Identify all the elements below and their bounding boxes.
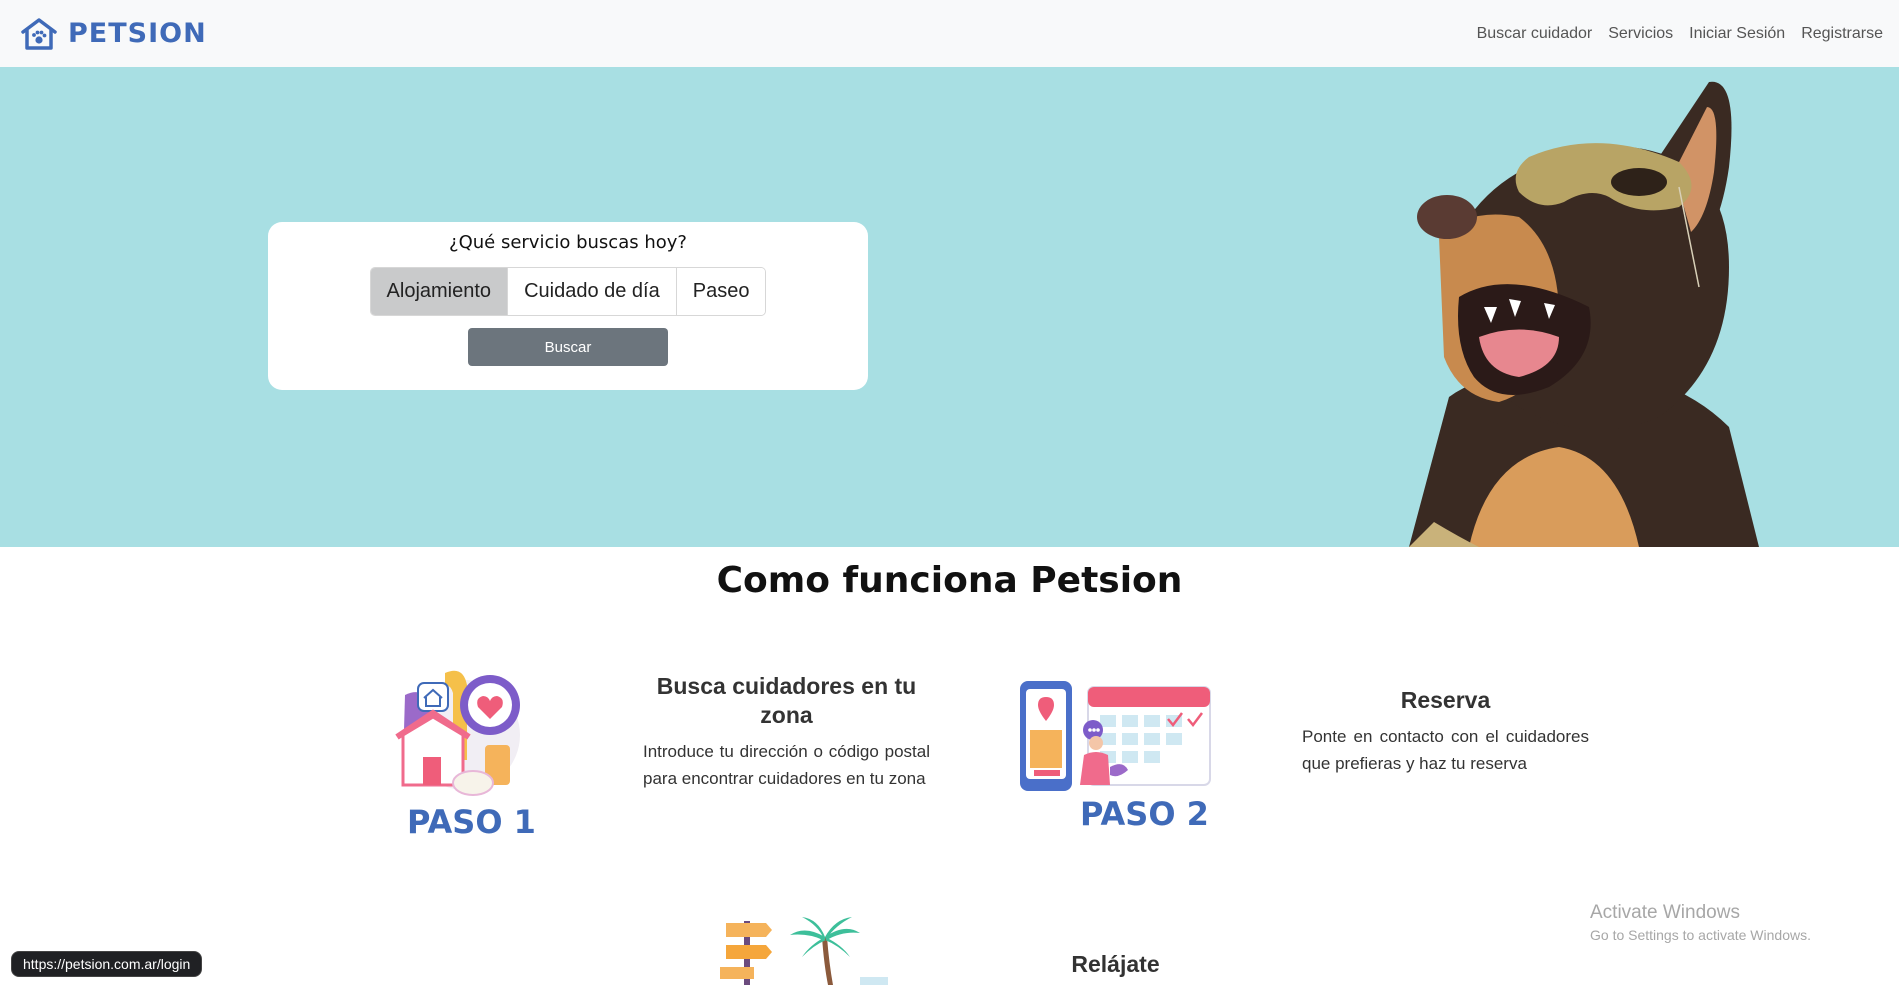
step-2-text: Reserva Ponte en contacto con el cuidado… <box>1302 686 1589 777</box>
step-3-text: Relájate <box>972 950 1259 987</box>
step-1-text: Busca cuidadores en tu zona Introduce tu… <box>643 672 930 792</box>
search-button[interactable]: Buscar <box>468 328 668 366</box>
windows-activation-watermark: Activate Windows Go to Settings to activ… <box>1590 902 1811 943</box>
step-3-illustration <box>720 917 888 985</box>
status-bar-url: https://petsion.com.ar/login <box>11 951 203 977</box>
nav-link-iniciar-sesion[interactable]: Iniciar Sesión <box>1689 21 1785 47</box>
service-option-cuidado-de-dia[interactable]: Cuidado de día <box>508 268 677 315</box>
watermark-subtitle: Go to Settings to activate Windows. <box>1590 927 1811 943</box>
nav-link-servicios[interactable]: Servicios <box>1608 21 1673 47</box>
nav-links: Buscar cuidador Servicios Iniciar Sesión… <box>1477 21 1883 47</box>
step-2-illustration: PASO 2 <box>1020 681 1211 833</box>
step-1-badge: PASO 1 <box>407 803 535 840</box>
service-option-alojamiento[interactable]: Alojamiento <box>370 268 509 315</box>
step-1-heading: Busca cuidadores en tu zona <box>656 673 917 728</box>
nav-link-registrarse[interactable]: Registrarse <box>1801 21 1883 47</box>
watermark-title: Activate Windows <box>1590 902 1740 923</box>
brand-name: PETSION <box>68 18 207 49</box>
navbar: PETSION Buscar cuidador Servicios Inicia… <box>0 0 1899 67</box>
step-2-description: Ponte en contacto con el cuidadores que … <box>1302 727 1589 773</box>
step-3-heading: Relájate <box>1071 951 1160 977</box>
brand-link[interactable]: PETSION <box>20 17 207 51</box>
service-option-paseo[interactable]: Paseo <box>676 268 766 315</box>
how-it-works-title: Como funciona Petsion <box>716 560 1183 601</box>
search-title: ¿Qué servicio buscas hoy? <box>449 232 687 253</box>
step-1-description: Introduce tu dirección o código postal p… <box>643 742 930 788</box>
hero-banner: ¿Qué servicio buscas hoy? Alojamiento Cu… <box>0 67 1899 547</box>
dog-with-mask-image <box>1409 81 1759 547</box>
step-2-badge: PASO 2 <box>1080 795 1209 833</box>
house-paw-logo-icon <box>21 17 57 50</box>
nav-link-buscar-cuidador[interactable]: Buscar cuidador <box>1477 21 1593 47</box>
step-1-illustration: PASO 1 <box>395 670 535 840</box>
step-2-heading: Reserva <box>1400 687 1491 713</box>
service-search-card: ¿Qué servicio buscas hoy? Alojamiento Cu… <box>268 222 868 390</box>
service-type-selector: Alojamiento Cuidado de día Paseo <box>369 267 767 316</box>
